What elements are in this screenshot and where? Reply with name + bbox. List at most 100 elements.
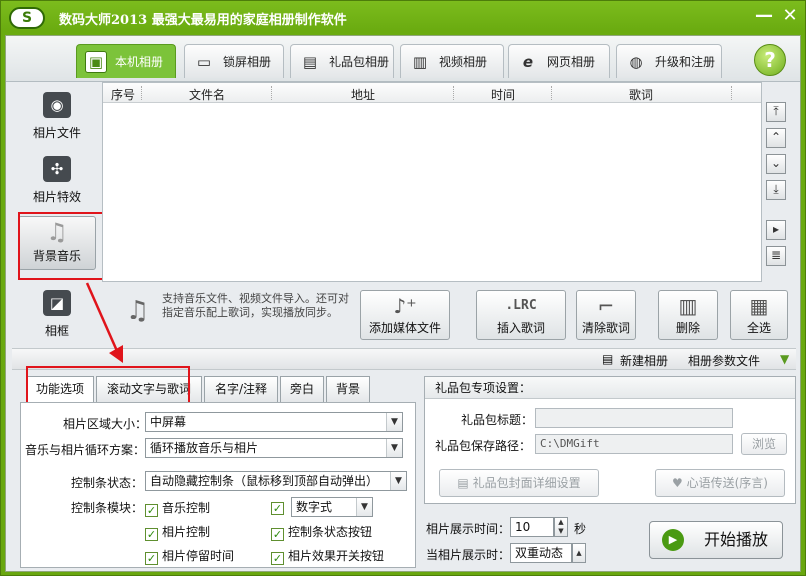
insert-lyrics-button[interactable]: .LRC 插入歌词: [476, 290, 566, 340]
nav-photo-files[interactable]: ◉ 相片文件: [12, 86, 102, 148]
move-down-icon[interactable]: ⌄: [766, 154, 786, 174]
nav-photo-effects[interactable]: ✣ 相片特效: [12, 150, 102, 212]
control-state-label: 控制条状态：: [71, 476, 144, 490]
minimize-button[interactable]: —: [753, 6, 775, 28]
show-time-spinner[interactable]: ▲ ▼: [554, 517, 568, 537]
tab-lockscreen-album[interactable]: ▭ 锁屏相册: [184, 44, 284, 78]
button-label: 清除歌词: [581, 321, 630, 335]
area-size-value: 中屏幕: [150, 415, 187, 429]
digital-select[interactable]: 数字式 ▼: [291, 497, 373, 517]
checkmark-icon: ✓: [145, 528, 158, 541]
area-size-label: 相片区域大小：: [63, 417, 148, 431]
camera-icon: ◉: [43, 92, 71, 118]
close-button[interactable]: ✕: [779, 6, 801, 28]
control-state-value: 自动隐藏控制条（鼠标移到顶部自动弹出）: [150, 474, 379, 488]
main-panel: ▣ 本机相册 ▭ 锁屏相册 ▤ 礼品包相册 ▥ 视频相册 e 网页相册 ◍ 升级…: [5, 35, 801, 572]
checkbox-label: 相片效果开关按钮: [288, 549, 385, 563]
effects-icon: ✣: [43, 156, 71, 182]
dropdown-triangle-icon[interactable]: ▼: [780, 352, 789, 366]
clear-lyrics-button[interactable]: ⌐ 清除歌词: [576, 290, 636, 340]
checkbox-label: 相片停留时间: [162, 549, 235, 563]
nav-photo-frame[interactable]: ◪ 相框: [12, 284, 102, 346]
doc-icon[interactable]: ≣: [766, 246, 786, 266]
tab-upgrade-register[interactable]: ◍ 升级和注册: [616, 44, 722, 78]
checkbox-label: 相片控制: [162, 525, 211, 539]
show-time-label: 相片展示时间：: [426, 522, 511, 536]
loop-label: 音乐与相片循环方案：: [25, 443, 146, 457]
music-note-icon: ♫: [126, 296, 150, 326]
tab-label: 锁屏相册: [223, 55, 272, 69]
button-label: 开始播放: [704, 530, 769, 549]
column-address[interactable]: 地址: [351, 86, 375, 103]
new-album-button[interactable]: 新建相册: [620, 352, 668, 369]
gift-header: 礼品包专项设置：: [425, 377, 795, 399]
tab-bar: ▣ 本机相册 ▭ 锁屏相册 ▤ 礼品包相册 ▥ 视频相册 e 网页相册 ◍ 升级…: [6, 36, 800, 82]
tab-gift-album[interactable]: ▤ 礼品包相册: [290, 44, 394, 78]
button-label: 插入歌词: [496, 321, 545, 335]
column-filename[interactable]: 文件名: [189, 86, 225, 103]
list-header: 序号 文件名 地址 时间 歌词: [103, 83, 761, 103]
tab-video-album[interactable]: ▥ 视频相册: [400, 44, 504, 78]
heart-icon: ♥: [672, 476, 687, 490]
tab-web-album[interactable]: e 网页相册: [508, 44, 610, 78]
button-label: 心语传送(序言): [686, 476, 768, 490]
toolbar-hint: 支持音乐文件、视频文件导入。还可对指定音乐配上歌词，实现播放同步。: [162, 292, 349, 319]
photo-control-checkbox[interactable]: ✓ 相片控制: [145, 523, 210, 541]
title-bar: S 数码大师2013 最强大最易用的家庭相册制作软件 — ✕: [1, 1, 805, 35]
select-all-icon: ▦: [749, 294, 769, 318]
help-button[interactable]: ?: [754, 44, 786, 76]
tab-narration[interactable]: 旁白: [280, 376, 324, 402]
delete-button[interactable]: ▥ 删除: [658, 290, 718, 340]
film-icon: ▥: [412, 52, 428, 71]
ie-icon: e: [522, 52, 534, 71]
play-small-icon[interactable]: ▸: [766, 220, 786, 240]
gift-settings-panel: 礼品包专项设置： 礼品包标题： 礼品包保存路径： C:\DMGift 浏览 ▤ …: [424, 376, 796, 504]
photo-album-icon: ▣: [85, 50, 107, 73]
tab-background[interactable]: 背景: [326, 376, 370, 402]
gift-cover-settings-button[interactable]: ▤ 礼品包封面详细设置: [439, 469, 599, 497]
checkmark-icon: ✓: [271, 502, 284, 515]
move-bottom-icon[interactable]: ⤓: [766, 180, 786, 200]
button-label: 礼品包封面详细设置: [472, 476, 581, 490]
photo-stay-time-checkbox[interactable]: ✓ 相片停留时间: [145, 547, 234, 565]
checkmark-icon: ✓: [271, 552, 284, 565]
checkmark-icon: ✓: [271, 528, 284, 541]
message-preface-button[interactable]: ♥ 心语传送(序言): [655, 469, 785, 497]
current-show-select[interactable]: 双重动态: [510, 543, 572, 563]
select-all-button[interactable]: ▦ 全选: [730, 290, 788, 340]
gift-icon: ▤: [457, 476, 473, 490]
play-icon: ▶: [662, 529, 684, 551]
area-size-select[interactable]: 中屏幕 ▼: [145, 412, 403, 432]
control-state-select[interactable]: 自动隐藏控制条（鼠标移到顶部自动弹出） ▼: [145, 471, 407, 491]
function-options-panel: 相片区域大小： 中屏幕 ▼ 音乐与相片循环方案： 循环播放音乐与相片 ▼ 控制条…: [20, 402, 416, 568]
gift-title-input[interactable]: [535, 408, 733, 428]
checkmark-icon: ✓: [145, 504, 158, 517]
start-play-button[interactable]: ▶ 开始播放: [649, 521, 783, 559]
music-control-checkbox[interactable]: ✓ 音乐控制: [145, 499, 210, 517]
tab-local-album[interactable]: ▣ 本机相册: [76, 44, 176, 78]
chevron-down-icon: ▼: [386, 413, 402, 431]
media-list[interactable]: 序号 文件名 地址 时间 歌词: [102, 82, 762, 282]
control-state-button-checkbox[interactable]: ✓ 控制条状态按钮: [271, 523, 372, 541]
eraser-icon: ⌐: [597, 294, 615, 318]
button-label: 全选: [746, 321, 771, 335]
loop-select[interactable]: 循环播放音乐与相片 ▼: [145, 438, 403, 458]
column-time[interactable]: 时间: [491, 86, 515, 103]
gift-path-input[interactable]: C:\DMGift: [535, 434, 733, 454]
photo-effect-toggle-checkbox[interactable]: ✓ 相片效果开关按钮: [271, 547, 384, 565]
browse-button[interactable]: 浏览: [741, 433, 787, 455]
frame-icon: ◪: [43, 290, 71, 316]
column-index[interactable]: 序号: [111, 86, 135, 103]
column-lyrics[interactable]: 歌词: [629, 86, 653, 103]
app-window: S 数码大师2013 最强大最易用的家庭相册制作软件 — ✕ ▣ 本机相册 ▭ …: [0, 0, 806, 576]
digital-checkbox[interactable]: ✓: [271, 499, 288, 515]
album-params-button[interactable]: 相册参数文件: [688, 352, 760, 369]
highlight-box-lower-tabs: [26, 366, 190, 404]
move-top-icon[interactable]: ⤒: [766, 102, 786, 122]
move-up-icon[interactable]: ⌃: [766, 128, 786, 148]
add-media-button[interactable]: ♪⁺ 添加媒体文件: [360, 290, 450, 340]
tab-name-notes[interactable]: 名字/注释: [204, 376, 278, 402]
current-show-spinner[interactable]: ▲: [572, 543, 586, 563]
app-logo-icon: S: [9, 7, 45, 29]
show-time-input[interactable]: 10: [510, 517, 554, 537]
